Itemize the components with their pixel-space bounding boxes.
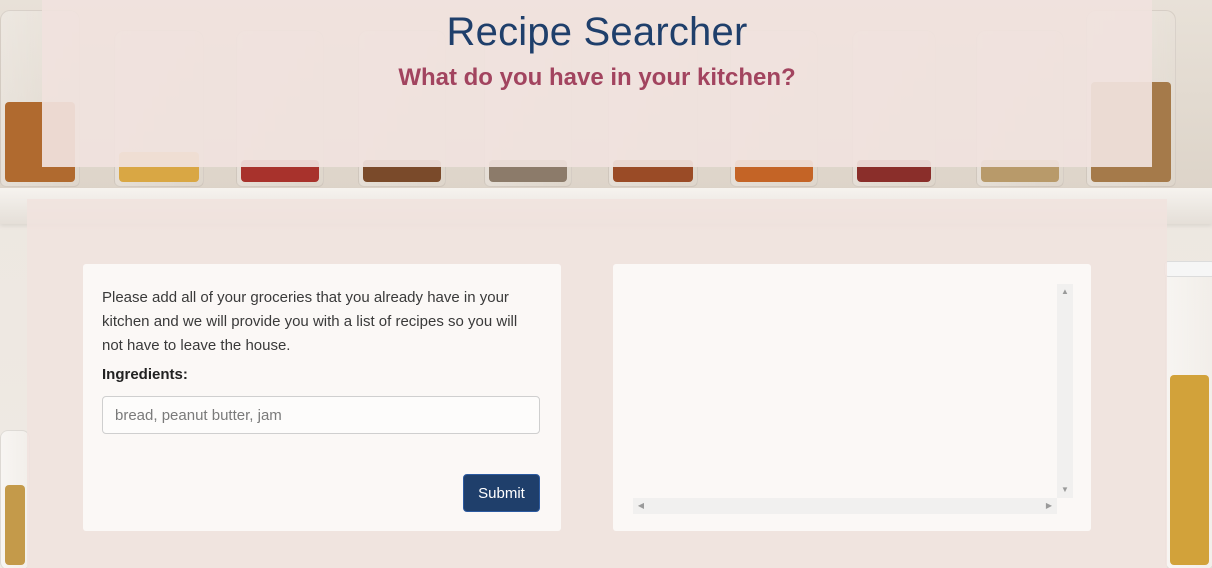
search-card: Please add all of your groceries that yo… [83, 264, 561, 531]
results-card: ▲ ▼ ◀ ▶ [613, 264, 1091, 531]
ingredients-label: Ingredients: [102, 366, 188, 383]
arrow-down-icon[interactable]: ▼ [1060, 486, 1070, 494]
submit-button[interactable]: Submit [463, 474, 540, 512]
arrow-right-icon[interactable]: ▶ [1044, 502, 1054, 510]
main-panel: Please add all of your groceries that yo… [27, 199, 1167, 568]
arrow-up-icon[interactable]: ▲ [1060, 288, 1070, 296]
horizontal-scrollbar[interactable]: ◀ ▶ [633, 498, 1057, 514]
ingredients-input[interactable] [102, 396, 540, 434]
storage-bin [0, 430, 30, 568]
vertical-scrollbar[interactable]: ▲ ▼ [1057, 284, 1073, 498]
page-title: Recipe Searcher [446, 10, 748, 54]
storage-bin [1164, 261, 1212, 568]
header-panel: Recipe Searcher What do you have in your… [42, 0, 1152, 167]
page-subtitle: What do you have in your kitchen? [398, 64, 796, 91]
intro-text: Please add all of your groceries that yo… [102, 289, 518, 354]
results-list[interactable]: ▲ ▼ ◀ ▶ [633, 284, 1073, 514]
arrow-left-icon[interactable]: ◀ [636, 502, 646, 510]
